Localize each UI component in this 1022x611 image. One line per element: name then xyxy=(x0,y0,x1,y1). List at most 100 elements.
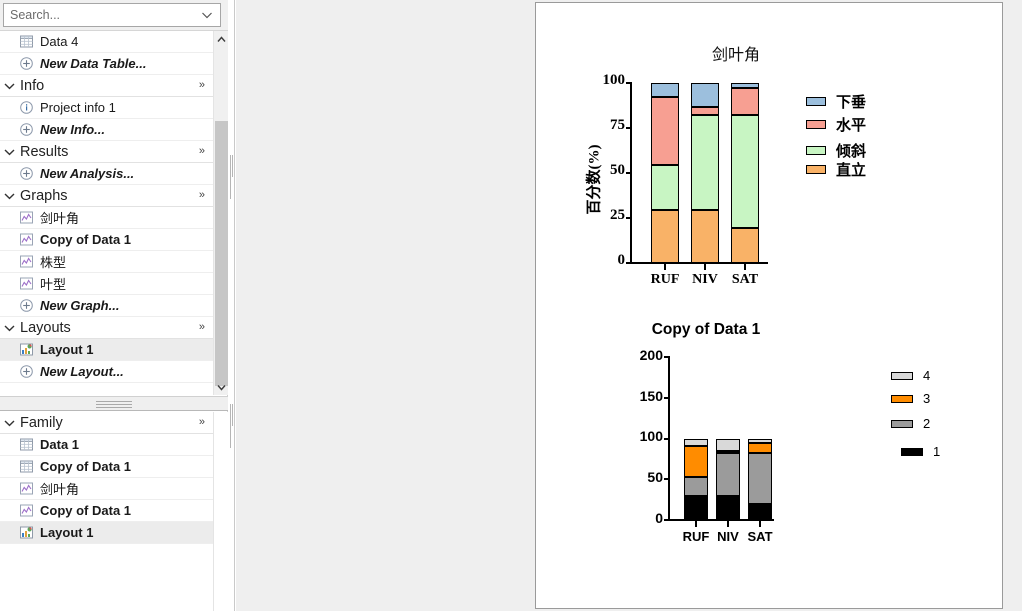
bar-segment[interactable] xyxy=(691,115,719,210)
tree-item[interactable]: Copy of Data 1 xyxy=(0,229,213,251)
chevron-down-icon[interactable] xyxy=(4,324,20,332)
legend-item[interactable]: 直立 xyxy=(806,159,866,180)
legend-item[interactable]: 水平 xyxy=(806,114,866,135)
layout-page[interactable]: 剑叶角 百分数(%) 0 25 50 75 100 RUF NIV SAT 下垂 水平 倾斜 直立… xyxy=(535,2,1003,609)
bar-segment[interactable] xyxy=(691,107,719,116)
navigator-tree-top[interactable]: Data 4 New Data Table... Info » Project info… xyxy=(0,30,228,395)
tree-item-label: 剑叶角 xyxy=(40,211,80,226)
tree-item[interactable]: 剑叶角 xyxy=(0,207,213,229)
tree-group-results[interactable]: Results » xyxy=(0,141,213,163)
tree-item[interactable]: New Layout... xyxy=(0,361,213,383)
bar-segment[interactable] xyxy=(651,96,679,165)
chevron-down-icon[interactable] xyxy=(200,8,214,22)
double-chevron-right-icon[interactable]: » xyxy=(199,145,205,157)
legend-label: 3 xyxy=(923,391,931,406)
tree-item[interactable]: Project info 1 xyxy=(0,97,213,119)
bar-segment[interactable] xyxy=(716,495,740,520)
bar-segment[interactable] xyxy=(651,164,679,210)
bar-segment[interactable] xyxy=(684,438,708,446)
bar-segment[interactable] xyxy=(691,83,719,108)
navigator-scrollbar-thumb[interactable] xyxy=(215,121,228,386)
double-chevron-right-icon[interactable]: » xyxy=(199,321,205,333)
navigator-tree-top-inner: Data 4 New Data Table... Info » Project info… xyxy=(0,31,213,383)
y-tick-label: 25 xyxy=(610,207,625,224)
main-vertical-splitter[interactable] xyxy=(228,0,235,611)
tree-group-layouts[interactable]: Layouts » xyxy=(0,317,213,339)
tree-group-family[interactable]: Family » xyxy=(0,412,213,434)
family-scrollbar-track[interactable] xyxy=(213,412,228,611)
search-box[interactable] xyxy=(3,3,221,27)
bar-segment[interactable] xyxy=(731,115,759,228)
bar-segment[interactable] xyxy=(691,209,719,263)
tree-item[interactable]: New Analysis... xyxy=(0,163,213,185)
graph-icon xyxy=(16,503,36,519)
layout-canvas[interactable]: 剑叶角 百分数(%) 0 25 50 75 100 RUF NIV SAT 下垂 水平 倾斜 直立… xyxy=(236,0,1022,611)
legend-item[interactable]: 4 xyxy=(891,368,930,383)
chevron-down-icon[interactable] xyxy=(4,192,20,200)
bar-segment[interactable] xyxy=(748,442,772,454)
navigator-tree-family[interactable]: Family » Data 1 Copy of Data 1 剑叶角 Copy of Da… xyxy=(0,412,228,611)
bar-segment[interactable] xyxy=(731,87,759,116)
data-table-icon xyxy=(16,34,36,50)
tree-item[interactable]: New Graph... xyxy=(0,295,213,317)
tree-group-graphs[interactable]: Graphs » xyxy=(0,185,213,207)
tree-item[interactable]: Layout 1 xyxy=(0,522,213,544)
tree-item[interactable]: Copy of Data 1 xyxy=(0,456,213,478)
bar-segment[interactable] xyxy=(731,227,759,263)
y-tick-label: 150 xyxy=(639,387,663,404)
bar-segment[interactable] xyxy=(748,504,772,520)
legend-item[interactable]: 3 xyxy=(891,391,930,406)
tree-item[interactable]: Data 4 xyxy=(0,31,213,53)
navigator-tree-family-inner: Family » Data 1 Copy of Data 1 剑叶角 Copy of Da… xyxy=(0,412,213,544)
chevron-down-icon[interactable] xyxy=(4,82,20,90)
double-chevron-right-icon[interactable]: » xyxy=(199,416,205,428)
chart-legend[interactable]: 下垂水平倾斜 直立 xyxy=(806,53,956,179)
x-category-label: SAT xyxy=(731,272,759,287)
legend-item[interactable]: 2 xyxy=(891,416,930,431)
double-chevron-right-icon[interactable]: » xyxy=(199,189,205,201)
legend-label: 下垂 xyxy=(836,95,867,111)
tree-item[interactable]: Copy of Data 1 xyxy=(0,500,213,522)
legend-item[interactable]: 下垂 xyxy=(806,91,866,112)
tree-item[interactable]: 叶型 xyxy=(0,273,213,295)
chevron-down-icon[interactable] xyxy=(4,148,20,156)
layout-icon xyxy=(16,525,36,541)
bar-segment[interactable] xyxy=(748,453,772,505)
tree-item[interactable]: 剑叶角 xyxy=(0,478,213,500)
double-chevron-right-icon[interactable]: » xyxy=(199,79,205,91)
tree-item-label: Data 4 xyxy=(40,34,79,49)
bar-segment[interactable] xyxy=(651,209,679,263)
navigator-scrollbar[interactable] xyxy=(213,31,228,395)
tree-item-label: New Data Table... xyxy=(40,56,147,71)
prism-window: Data 4 New Data Table... Info » Project info… xyxy=(0,0,1022,611)
tree-item[interactable]: 株型 xyxy=(0,251,213,273)
y-tick-label: 200 xyxy=(639,346,663,363)
bar-segment[interactable] xyxy=(684,495,708,520)
bar-segment[interactable] xyxy=(716,438,740,451)
tree-item[interactable]: Data 1 xyxy=(0,434,213,456)
tree-item[interactable]: Layout 1 xyxy=(0,339,213,361)
bar-segment[interactable] xyxy=(684,476,708,496)
legend-item[interactable]: 倾斜 xyxy=(806,140,866,161)
search-input[interactable] xyxy=(4,5,204,25)
x-tick-mark xyxy=(759,521,761,527)
y-tick-mark xyxy=(664,356,670,358)
caret-up-icon[interactable] xyxy=(214,31,229,47)
legend-item[interactable]: 1 xyxy=(901,444,940,459)
bar-segment[interactable] xyxy=(716,453,740,496)
chart-jianyejiao[interactable]: 剑叶角 百分数(%) 0 25 50 75 100 RUF NIV SAT 下垂 水平 倾斜 直立 xyxy=(536,3,1002,303)
tree-item[interactable]: New Data Table... xyxy=(0,53,213,75)
bar-segment[interactable] xyxy=(684,445,708,477)
tree-group-info[interactable]: Info » xyxy=(0,75,213,97)
tree-item[interactable]: New Info... xyxy=(0,119,213,141)
graph-icon xyxy=(16,276,36,292)
y-tick-mark xyxy=(664,396,670,399)
y-tick-label: 50 xyxy=(610,162,625,179)
chart-legend[interactable]: 4 3 2 1 xyxy=(891,353,1001,463)
bar-segment[interactable] xyxy=(651,83,679,97)
chevron-down-icon[interactable] xyxy=(4,419,20,427)
plus-circle-icon xyxy=(16,298,36,314)
navigator-horizontal-splitter[interactable] xyxy=(0,396,228,411)
chart-copy-of-data-1[interactable]: Copy of Data 1 0 50 100 150 200 RUF NIV SAT 43… xyxy=(536,303,1002,603)
caret-down-icon[interactable] xyxy=(214,379,229,395)
